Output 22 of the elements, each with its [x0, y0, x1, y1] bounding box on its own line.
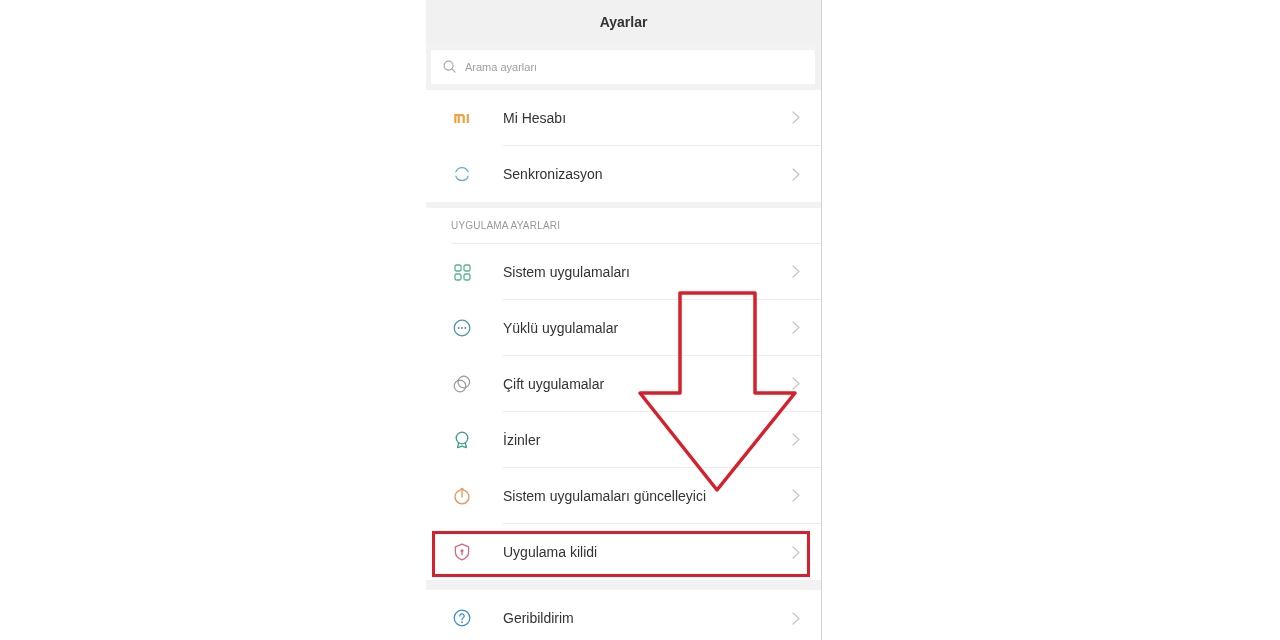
chevron-icon	[792, 265, 800, 278]
chevron-icon	[792, 321, 800, 334]
search-icon	[443, 60, 456, 73]
screen-title: Ayarlar	[599, 14, 648, 30]
chevron-icon	[792, 377, 800, 390]
chevron-icon	[792, 611, 800, 625]
shield-icon	[453, 543, 471, 561]
sync-icon	[453, 165, 471, 183]
search-field[interactable]: Arama ayarları	[431, 50, 815, 84]
ellipsis-circle-icon	[453, 319, 471, 337]
chevron-icon	[792, 545, 800, 559]
chevron-icon	[792, 433, 800, 446]
chevron-icon	[792, 167, 800, 181]
medal-icon	[453, 431, 471, 449]
section-heading: UYGULAMA AYARLARI	[451, 220, 561, 231]
question-circle-icon	[453, 609, 471, 627]
up-arrow-circle-icon	[453, 487, 471, 505]
chevron-icon	[792, 111, 800, 124]
overlapping-circles-icon	[453, 375, 471, 393]
grid-icon	[453, 263, 471, 281]
chevron-icon	[792, 489, 800, 502]
logo-icon	[453, 112, 471, 124]
